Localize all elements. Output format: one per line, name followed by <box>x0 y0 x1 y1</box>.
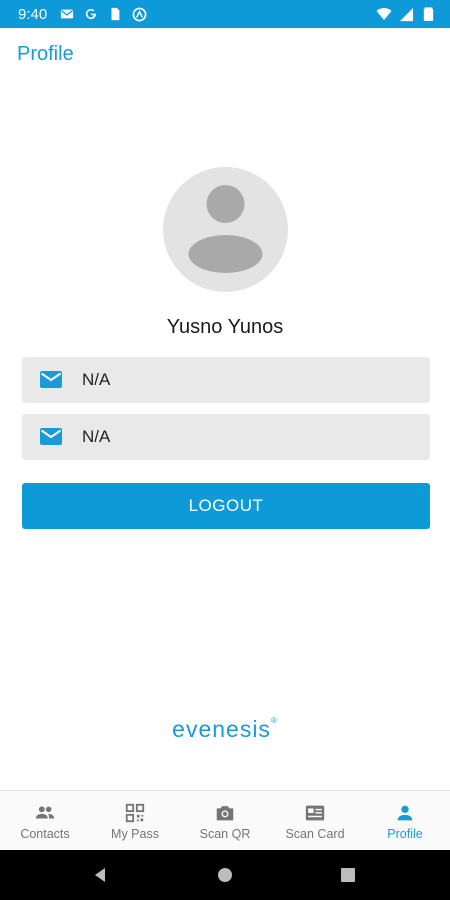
status-icons-left <box>59 6 147 22</box>
sim-icon <box>107 6 123 22</box>
contacts-icon <box>35 805 55 818</box>
status-time: 9:40 <box>18 5 48 23</box>
qr-code-icon <box>125 803 145 822</box>
battery-icon <box>420 6 436 22</box>
brand-logo: evenesis® <box>0 716 450 743</box>
brand-text: evenesis <box>172 716 271 742</box>
brand-mark: ® <box>270 716 278 725</box>
card-icon <box>305 805 325 820</box>
email-field-2: N/A <box>22 414 430 460</box>
google-icon <box>83 6 99 22</box>
status-bar: 9:40 <box>0 0 450 28</box>
nav-item-scan-qr[interactable]: Scan QR <box>180 791 270 851</box>
nav-item-contacts[interactable]: Contacts <box>0 791 90 851</box>
vpn-icon <box>131 6 147 22</box>
mail-icon <box>40 428 62 446</box>
logout-button[interactable]: LOGOUT <box>22 483 430 529</box>
mail-icon <box>40 371 62 389</box>
signal-icon <box>398 6 414 22</box>
recents-icon[interactable] <box>341 868 355 882</box>
nav-item-my-pass[interactable]: My Pass <box>90 791 180 851</box>
email-value-2: N/A <box>82 427 111 446</box>
camera-icon <box>216 805 234 820</box>
bottom-nav: Contacts My Pass Scan QR Scan Card Profi… <box>0 790 450 851</box>
back-icon[interactable] <box>92 867 108 883</box>
email-value-1: N/A <box>82 370 111 389</box>
user-name: Yusno Yunos <box>166 316 284 338</box>
status-icons-right <box>376 6 436 22</box>
page-title: Profile <box>17 43 74 65</box>
email-field-1: N/A <box>22 357 430 403</box>
home-icon[interactable] <box>217 867 233 883</box>
wifi-icon <box>376 6 392 22</box>
nav-label-scan-card: Scan Card <box>285 826 345 841</box>
mail-icon <box>59 6 75 22</box>
avatar[interactable] <box>163 167 288 292</box>
nav-label-scan-qr: Scan QR <box>199 826 251 841</box>
nav-label-my-pass: My Pass <box>111 826 159 841</box>
person-silhouette-icon <box>188 185 263 273</box>
system-nav-bar <box>0 850 450 900</box>
nav-label-profile: Profile <box>387 826 423 841</box>
nav-label-contacts: Contacts <box>20 826 70 841</box>
nav-item-scan-card[interactable]: Scan Card <box>270 791 360 851</box>
nav-item-profile[interactable]: Profile <box>360 791 450 851</box>
person-icon <box>397 805 413 820</box>
